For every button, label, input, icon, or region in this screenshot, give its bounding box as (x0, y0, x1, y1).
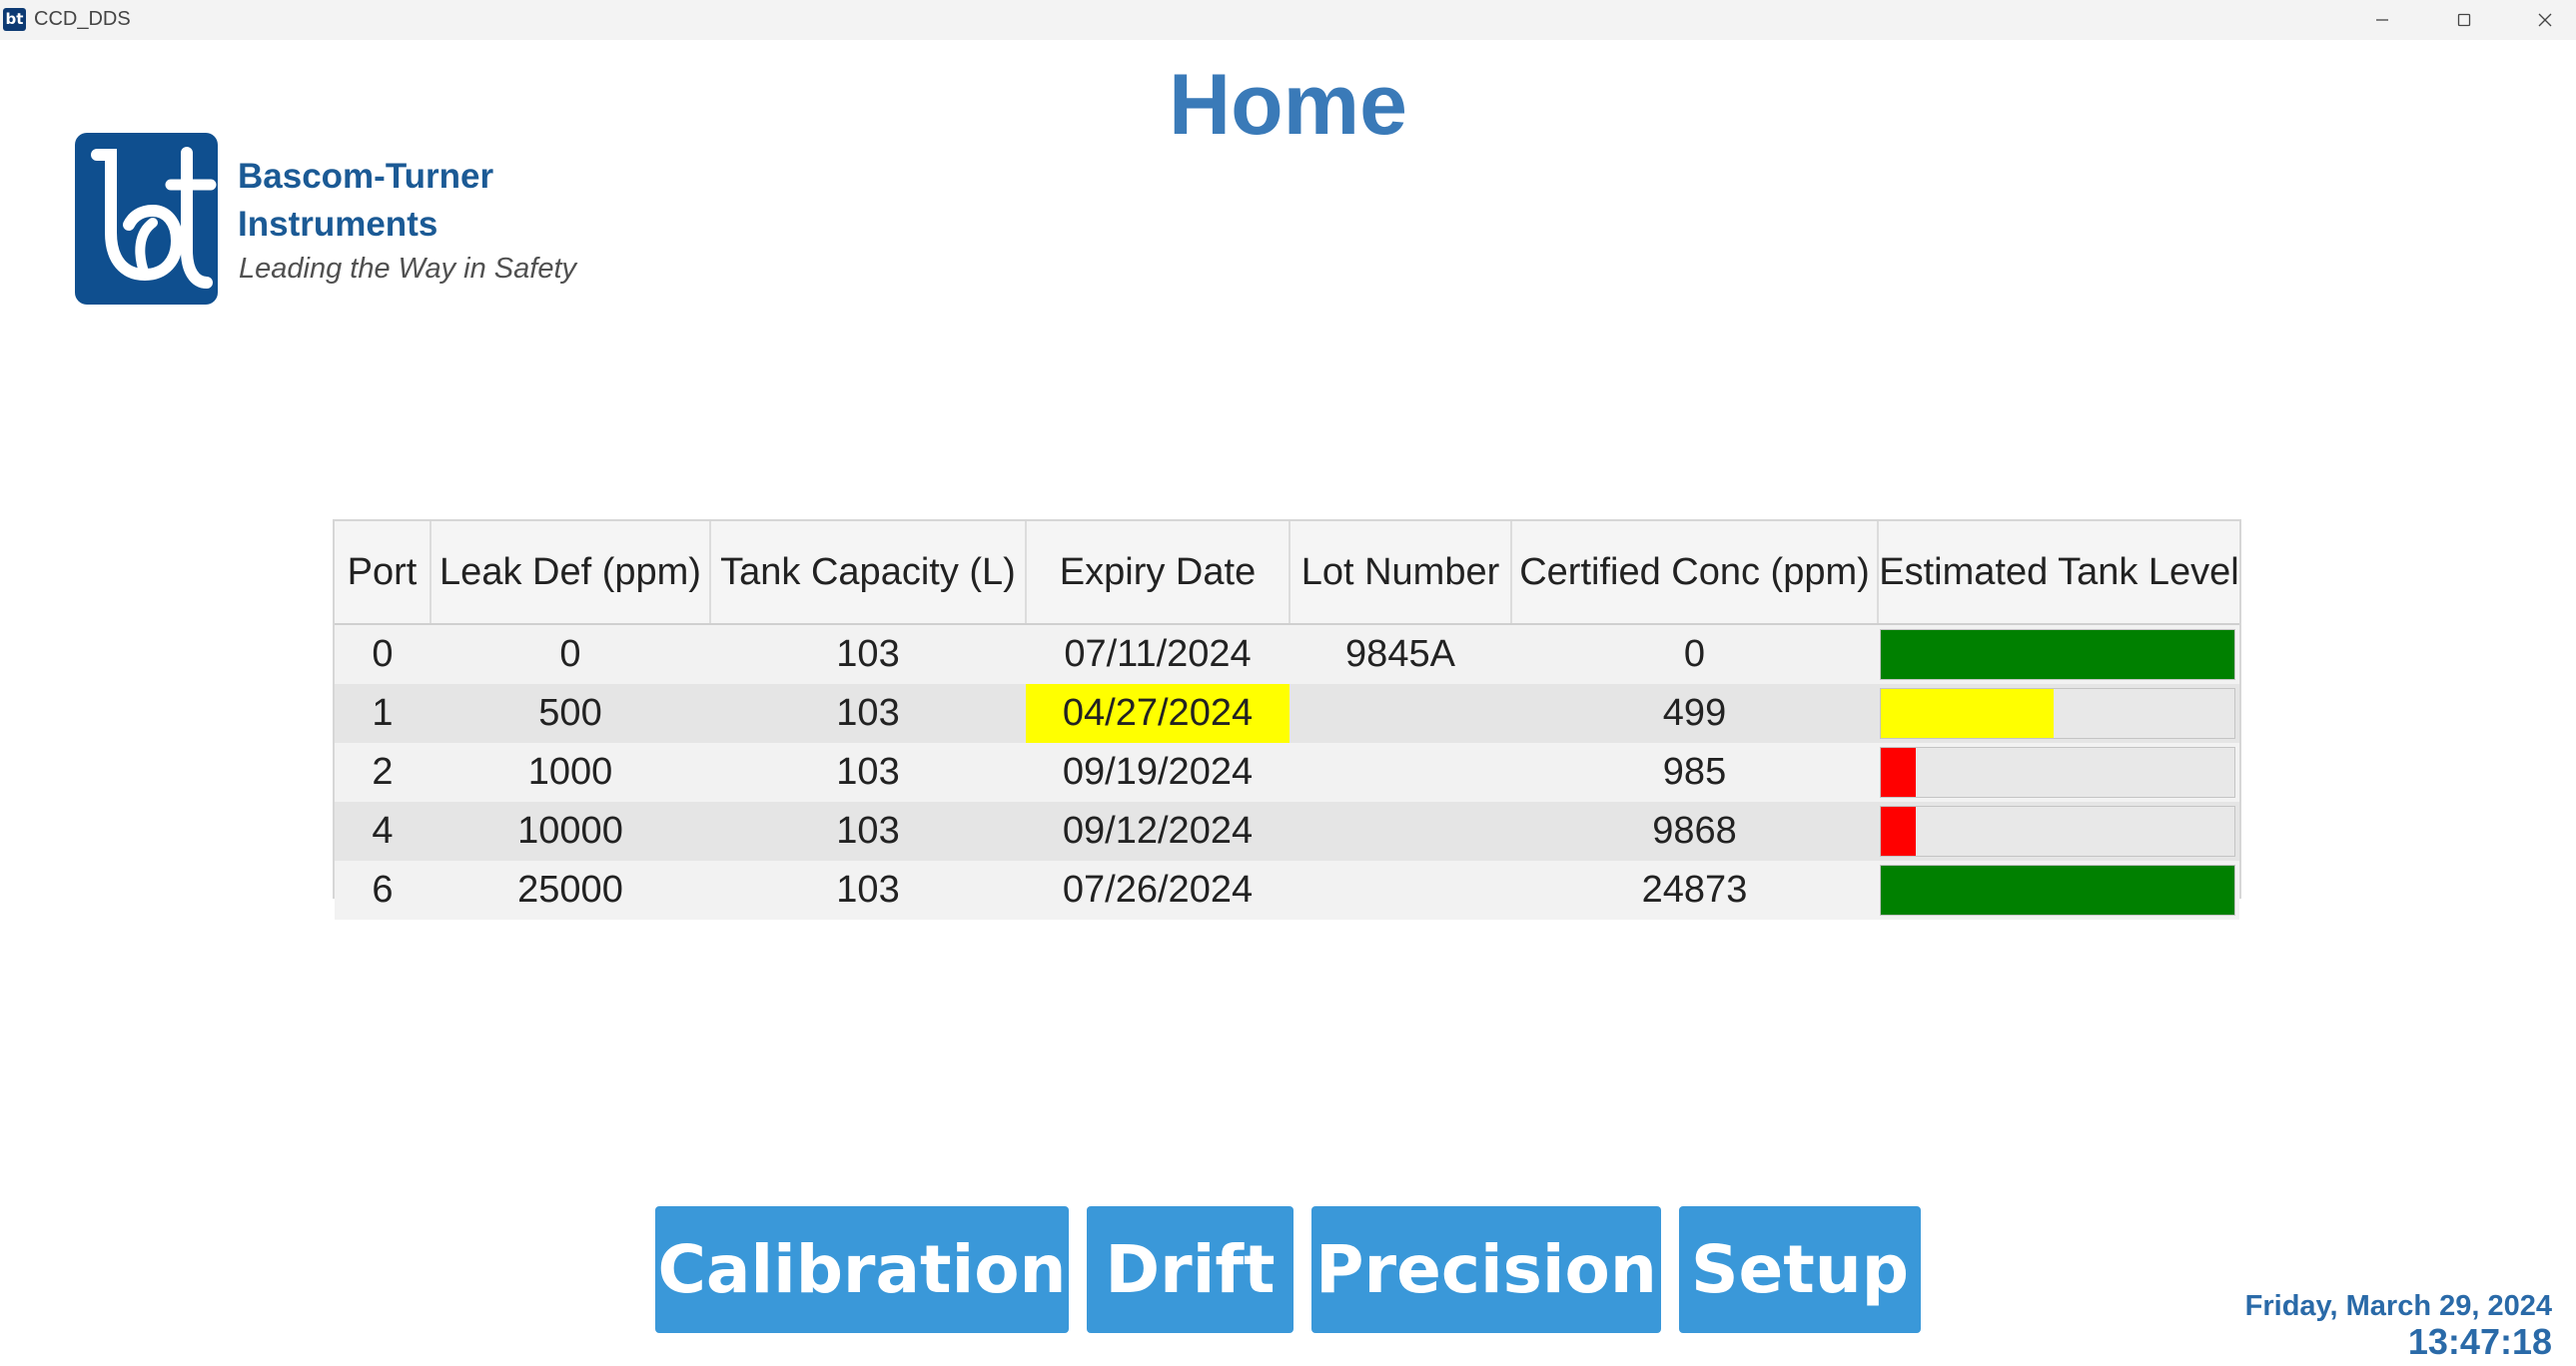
app-window: bt CCD_DDS Home Bascom-Turner Instrument… (0, 0, 2576, 1366)
expiry-date-cell: 04/27/2024 (1026, 684, 1289, 743)
minimize-icon (2376, 19, 2388, 21)
company-tagline: Leading the Way in Safety (239, 253, 577, 285)
maximize-icon (2457, 13, 2471, 27)
tank-capacity-cell: 103 (710, 624, 1026, 684)
certified-conc-cell: 499 (1511, 684, 1878, 743)
tank-capacity-cell: 103 (710, 861, 1026, 920)
estimated-tank-level-cell (1878, 861, 2239, 920)
expiry-date-cell: 09/19/2024 (1026, 743, 1289, 802)
tank-capacity-cell: 103 (710, 802, 1026, 861)
table-row[interactable]: 1 500 103 04/27/2024 499 (335, 684, 2239, 743)
lot-number-cell (1289, 684, 1511, 743)
calibration-button[interactable]: Calibration (655, 1206, 1069, 1333)
tank-level-bar-fill (1881, 866, 2234, 915)
tank-capacity-cell: 103 (710, 684, 1026, 743)
certified-conc-cell: 24873 (1511, 861, 1878, 920)
drift-button[interactable]: Drift (1087, 1206, 1293, 1333)
table-body: 0 0 103 07/11/2024 9845A 0 1 500 103 04/27/2024 49… (335, 624, 2239, 920)
company-logo: Bascom-Turner Instruments Leading the Wa… (75, 133, 594, 308)
certified-conc-cell: 0 (1511, 624, 1878, 684)
lot-number-cell (1289, 743, 1511, 802)
title-bar: bt CCD_DDS (0, 0, 2576, 40)
tank-level-bar (1880, 747, 2235, 798)
tank-level-bar (1880, 629, 2235, 680)
table-row[interactable]: 6 25000 103 07/26/2024 24873 (335, 861, 2239, 920)
estimated-tank-level-cell (1878, 624, 2239, 684)
lot-number-cell (1289, 802, 1511, 861)
tank-level-bar (1880, 688, 2235, 739)
expiry-date-cell: 09/12/2024 (1026, 802, 1289, 861)
port-cell: 4 (335, 802, 430, 861)
leak-def-cell: 500 (430, 684, 710, 743)
lot-number-cell: 9845A (1289, 624, 1511, 684)
column-header-certified-conc[interactable]: Certified Conc (ppm) (1511, 521, 1879, 625)
table-row[interactable]: 0 0 103 07/11/2024 9845A 0 (335, 624, 2239, 684)
column-header-estimated-tank-level[interactable]: Estimated Tank Level (1878, 521, 2239, 625)
expiry-date-cell: 07/26/2024 (1026, 861, 1289, 920)
table-row[interactable]: 2 1000 103 09/19/2024 985 (335, 743, 2239, 802)
leak-def-cell: 0 (430, 624, 710, 684)
column-header-lot-number[interactable]: Lot Number (1289, 521, 1512, 625)
tank-level-bar-fill (1881, 689, 2055, 738)
table-header-row: Port Leak Def (ppm) Tank Capacity (L) Ex… (335, 521, 2239, 625)
tank-level-bar-fill (1881, 748, 1917, 797)
column-header-port[interactable]: Port (335, 521, 431, 625)
datetime-display: Friday, March 29, 2024 13:47:18 (2245, 1288, 2552, 1360)
certified-conc-cell: 9868 (1511, 802, 1878, 861)
leak-def-cell: 25000 (430, 861, 710, 920)
minimize-button[interactable] (2347, 0, 2417, 40)
tank-capacity-cell: 103 (710, 743, 1026, 802)
current-time: 13:47:18 (2407, 1321, 2552, 1362)
port-grid: Port Leak Def (ppm) Tank Capacity (L) Ex… (335, 521, 2239, 920)
app-icon: bt (3, 8, 26, 31)
current-date: Friday, March 29, 2024 (2244, 1290, 2552, 1322)
close-button[interactable] (2510, 0, 2576, 40)
column-header-tank-capacity[interactable]: Tank Capacity (L) (710, 521, 1027, 625)
company-name: Bascom-Turner Instruments (238, 157, 494, 244)
port-cell: 1 (335, 684, 430, 743)
port-table: Port Leak Def (ppm) Tank Capacity (L) Ex… (333, 519, 2241, 920)
port-cell: 2 (335, 743, 430, 802)
column-header-leak-def[interactable]: Leak Def (ppm) (430, 521, 711, 625)
estimated-tank-level-cell (1878, 684, 2239, 743)
lot-number-cell (1289, 861, 1511, 920)
window-title: CCD_DDS (34, 8, 131, 30)
tank-level-bar (1880, 806, 2235, 857)
close-icon (2538, 13, 2552, 27)
setup-button[interactable]: Setup (1679, 1206, 1921, 1333)
estimated-tank-level-cell (1878, 743, 2239, 802)
port-cell: 0 (335, 624, 430, 684)
tank-level-bar (1880, 865, 2235, 916)
tank-level-bar-fill (1881, 807, 1917, 856)
bt-logo-icon (75, 133, 218, 305)
leak-def-cell: 10000 (430, 802, 710, 861)
precision-button[interactable]: Precision (1311, 1206, 1661, 1333)
expiry-date-cell: 07/11/2024 (1026, 624, 1289, 684)
maximize-button[interactable] (2429, 0, 2499, 40)
estimated-tank-level-cell (1878, 802, 2239, 861)
certified-conc-cell: 985 (1511, 743, 1878, 802)
port-cell: 6 (335, 861, 430, 920)
tank-level-bar-fill (1881, 630, 2234, 679)
column-header-expiry-date[interactable]: Expiry Date (1026, 521, 1290, 625)
table-row[interactable]: 4 10000 103 09/12/2024 9868 (335, 802, 2239, 861)
leak-def-cell: 1000 (430, 743, 710, 802)
